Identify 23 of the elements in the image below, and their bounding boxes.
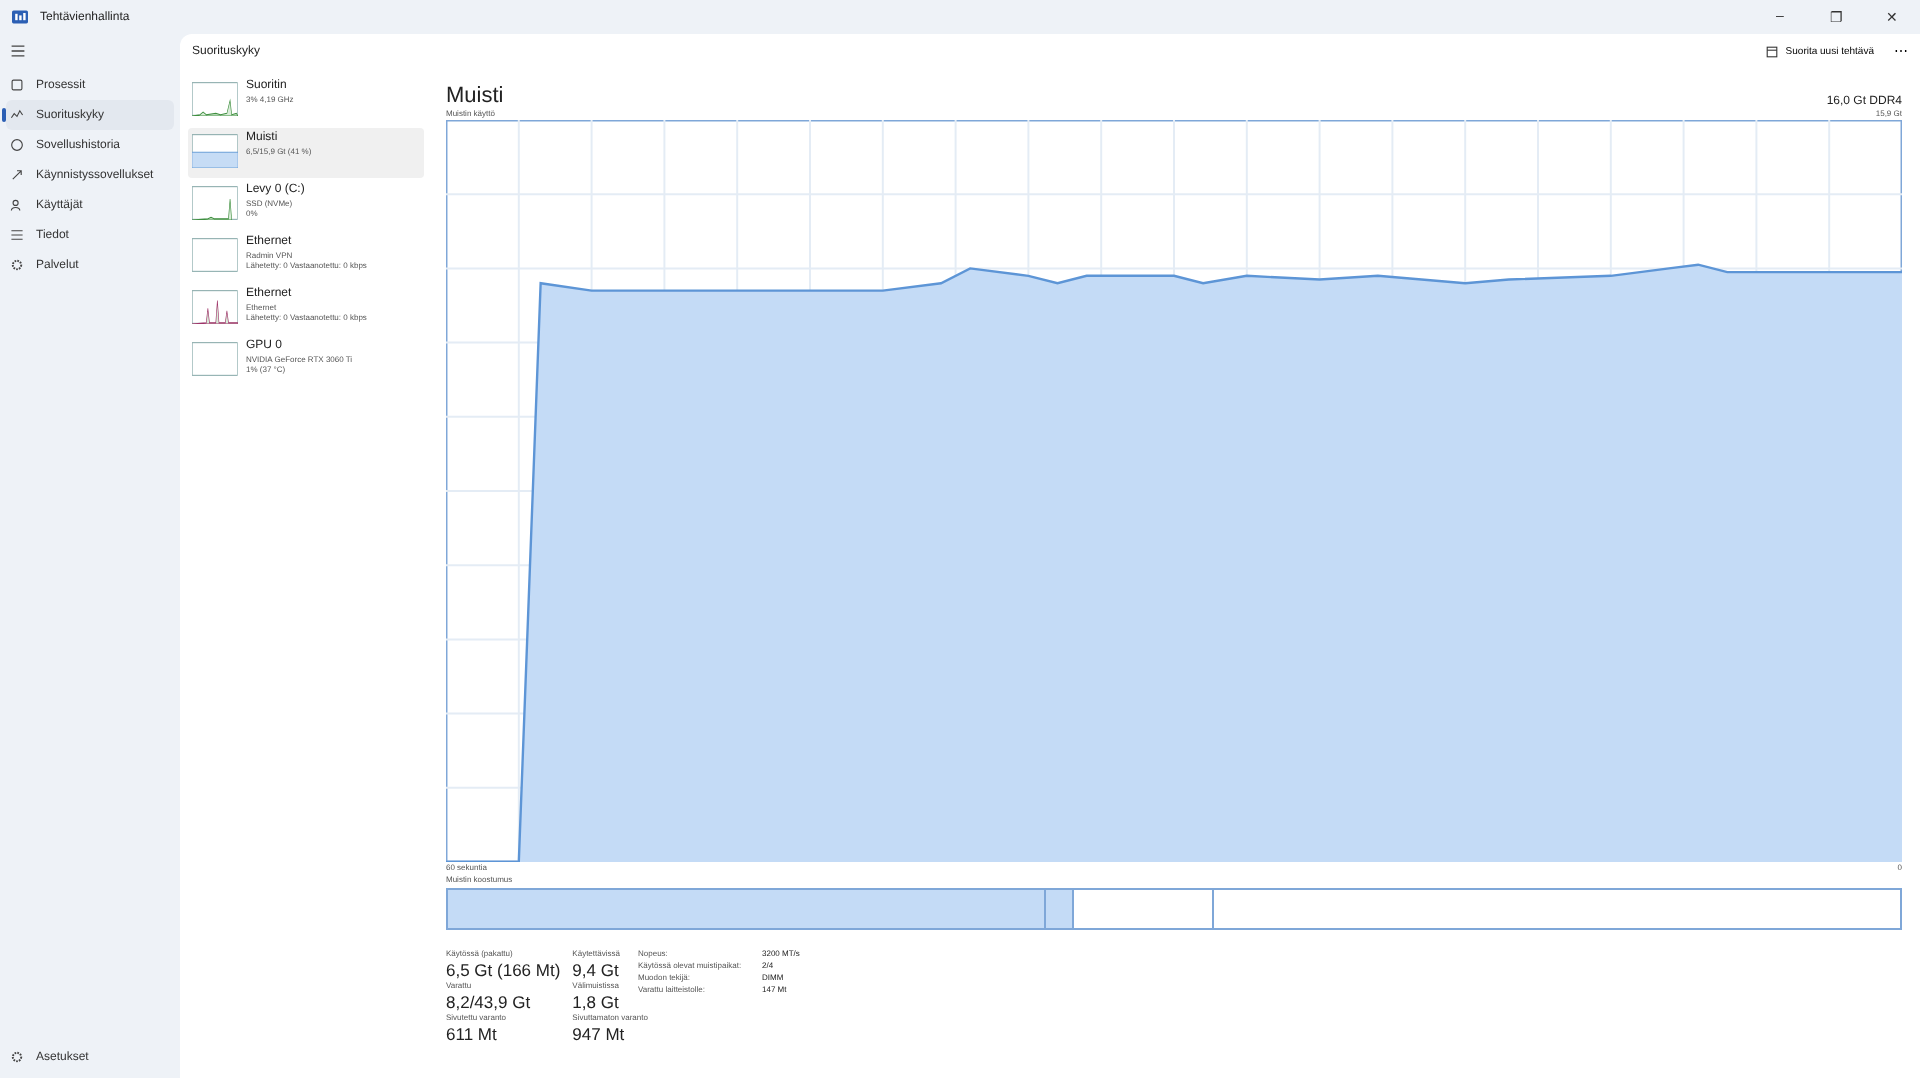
task-icon (1765, 46, 1778, 58)
stat-value: 1,8 Gt (572, 992, 621, 1012)
detail-title: Muisti (446, 84, 504, 108)
stat-value: 611 Mt (446, 1024, 499, 1044)
stat-value: 6,5 Gt (166 Mt) (446, 960, 561, 980)
stat-value: 8,2/43,9 Gt (446, 992, 533, 1012)
nav-icon (10, 198, 24, 212)
app-icon (12, 10, 28, 24)
mini-graph (192, 290, 238, 324)
mini-graph (192, 134, 238, 168)
nav-icon (10, 108, 24, 122)
stat-value: 947 Mt (572, 1024, 627, 1044)
mini-graph (192, 342, 238, 376)
mini-graph (192, 238, 238, 272)
mini-graph (192, 186, 238, 220)
menu-icon[interactable] (10, 44, 26, 58)
nav-icon (10, 168, 24, 182)
nav-icon (10, 258, 24, 272)
nav-icon (10, 228, 24, 242)
mini-graph (192, 82, 238, 116)
settings-icon (10, 1050, 24, 1064)
nav-icon (10, 138, 24, 152)
nav-icon (10, 78, 24, 92)
